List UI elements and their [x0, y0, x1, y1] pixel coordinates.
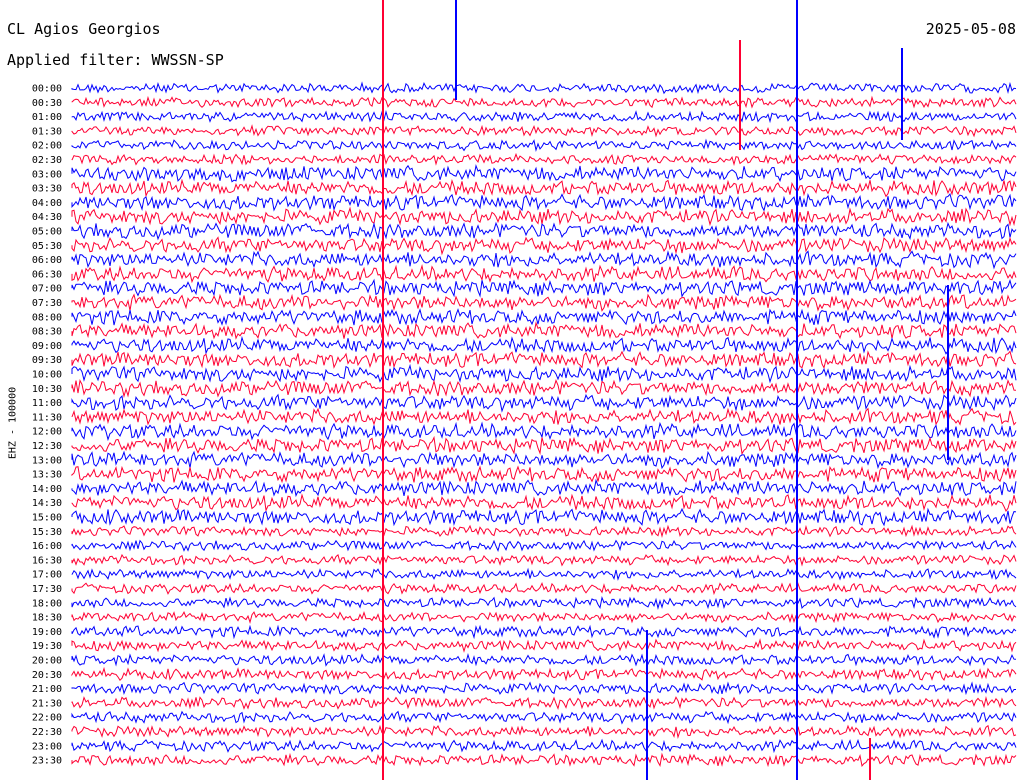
trace-1230	[71, 435, 1017, 456]
time-tick-label: 14:30	[32, 498, 62, 509]
time-tick-label: 03:30	[32, 184, 62, 195]
time-tick-label: 03:00	[32, 169, 62, 180]
trace-1500	[71, 507, 1017, 527]
time-tick-label: 19:00	[32, 627, 62, 638]
trace-1430	[71, 493, 1017, 513]
trace-1830	[71, 610, 1017, 624]
trace-1600	[71, 539, 1017, 552]
time-tick-label: 10:00	[32, 370, 62, 381]
trace-1130	[71, 407, 1017, 426]
time-tick-label: 09:30	[32, 355, 62, 366]
trace-1200	[71, 421, 1017, 442]
trace-2300	[71, 738, 1017, 754]
time-tick-label: 02:30	[32, 155, 62, 166]
time-tick-label: 17:30	[32, 584, 62, 595]
time-tick-label: 20:30	[32, 670, 62, 681]
trace-0530	[71, 236, 1017, 256]
time-tick-label: 02:00	[32, 141, 62, 152]
time-tick-label: 22:00	[32, 713, 62, 724]
trace-0430	[71, 206, 1017, 227]
trace-0730	[71, 293, 1017, 312]
trace-0500	[71, 221, 1017, 241]
time-tick-label: 12:30	[32, 441, 62, 452]
time-tick-label: 12:00	[32, 427, 62, 438]
time-tick-label: 20:00	[32, 656, 62, 667]
time-tick-label: 01:00	[32, 112, 62, 123]
trace-1530	[71, 524, 1017, 538]
trace-1630	[71, 553, 1017, 567]
trace-0030	[71, 95, 1017, 109]
trace-0800	[71, 308, 1017, 326]
time-tick-label: 16:30	[32, 555, 62, 566]
trace-0630	[71, 264, 1017, 284]
time-tick-label: 21:00	[32, 684, 62, 695]
trace-0400	[71, 192, 1017, 212]
time-tick-label: 22:30	[32, 727, 62, 738]
time-tick-label: 00:30	[32, 98, 62, 109]
time-tick-label: 13:00	[32, 455, 62, 466]
time-tick-label: 04:00	[32, 198, 62, 209]
trace-1900	[71, 624, 1017, 640]
trace-1400	[71, 478, 1017, 498]
trace-1030	[71, 379, 1017, 399]
trace-0600	[71, 250, 1017, 270]
time-tick-label: 06:30	[32, 269, 62, 280]
trace-0830	[71, 321, 1017, 340]
trace-1000	[71, 363, 1017, 384]
trace-1700	[71, 567, 1017, 581]
trace-0900	[71, 335, 1017, 355]
trace-2030	[71, 666, 1017, 682]
trace-0230	[71, 152, 1017, 166]
time-tick-label: 18:00	[32, 598, 62, 609]
time-tick-label: 05:00	[32, 227, 62, 238]
time-tick-label: 23:00	[32, 741, 62, 752]
time-tick-label: 13:30	[32, 470, 62, 481]
time-tick-label: 15:30	[32, 527, 62, 538]
time-tick-label: 08:00	[32, 312, 62, 323]
trace-0000	[71, 81, 1017, 95]
time-tick-label: 14:00	[32, 484, 62, 495]
trace-1330	[71, 465, 1017, 484]
trace-2330	[71, 752, 1017, 768]
trace-2000	[71, 652, 1017, 667]
trace-1800	[71, 595, 1017, 610]
time-tick-label: 11:00	[32, 398, 62, 409]
time-tick-label: 16:00	[32, 541, 62, 552]
trace-0300	[71, 164, 1017, 183]
time-tick-label: 17:00	[32, 570, 62, 581]
time-tick-label: 21:30	[32, 698, 62, 709]
time-tick-label: 09:00	[32, 341, 62, 352]
seismogram-plot: 00:00 00:30 01:00 01:30 02:00 02:30 03:00 03:30…	[32, 0, 1017, 780]
trace-0100	[71, 110, 1017, 124]
time-tick-label: 19:30	[32, 641, 62, 652]
trace-1930	[71, 638, 1017, 653]
trace-1100	[71, 393, 1017, 413]
trace-0130	[71, 124, 1017, 138]
time-tick-label: 15:00	[32, 513, 62, 524]
time-tick-label: 05:30	[32, 241, 62, 252]
trace-1300	[71, 450, 1017, 470]
time-tick-label: 07:00	[32, 284, 62, 295]
time-tick-label: 08:30	[32, 327, 62, 338]
trace-2230	[71, 724, 1017, 739]
time-tick-label: 04:30	[32, 212, 62, 223]
trace-0700	[71, 278, 1017, 298]
time-tick-label: 23:30	[32, 756, 62, 767]
time-tick-label: 10:30	[32, 384, 62, 395]
time-tick-label: 18:30	[32, 613, 62, 624]
trace-0200	[71, 138, 1017, 153]
time-tick-label: 00:00	[32, 84, 62, 95]
time-tick-label: 07:30	[32, 298, 62, 309]
trace-0330	[71, 178, 1017, 198]
trace-0930	[71, 350, 1017, 370]
trace-1730	[71, 582, 1017, 596]
trace-2200	[71, 710, 1017, 725]
time-tick-label: 11:30	[32, 412, 62, 423]
trace-2130	[71, 696, 1017, 710]
trace-2100	[71, 681, 1016, 696]
time-tick-label: 01:30	[32, 126, 62, 137]
time-tick-label: 06:00	[32, 255, 62, 266]
